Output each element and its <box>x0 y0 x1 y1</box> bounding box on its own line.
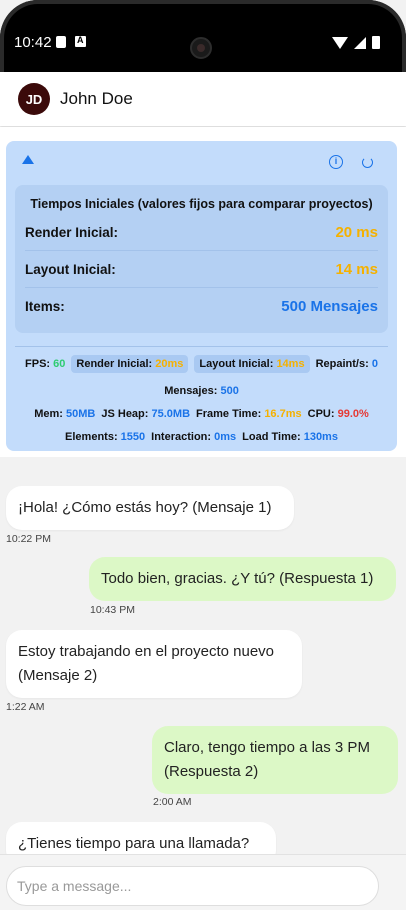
cpu-stat: CPU: 99.0% <box>307 408 369 420</box>
divider <box>25 250 378 251</box>
metric-value: 500 Mensajes <box>281 298 378 315</box>
message-composer <box>0 854 406 910</box>
messages-stat: Mensajes: 500 <box>164 385 239 397</box>
front-camera-icon <box>190 37 212 59</box>
metric-label: Render Inicial: <box>25 225 119 240</box>
message-timestamp: 2:00 AM <box>153 796 192 808</box>
divider <box>25 287 378 288</box>
contact-name[interactable]: John Doe <box>60 89 133 109</box>
message-bubble-incoming[interactable]: ¡Hola! ¿Cómo estás hoy? (Mensaje 1) <box>6 486 294 530</box>
message-timestamp: 1:22 AM <box>6 701 45 713</box>
message-input[interactable] <box>6 866 379 906</box>
frame-time-stat: Frame Time: 16.7ms <box>196 408 302 420</box>
message-timestamp: 10:22 PM <box>6 533 51 545</box>
message-bubble-outgoing[interactable]: Claro, tengo tiempo a las 3 PM (Respuest… <box>152 726 398 794</box>
elements-stat: Elements: 1550 <box>65 431 146 443</box>
metric-value: 14 ms <box>335 261 378 278</box>
metric-label: Items: <box>25 299 65 314</box>
layout-stat: Layout Inicial: 14ms <box>194 355 310 373</box>
message-bubble-incoming[interactable]: ¿Tienes tiempo para una llamada? <box>6 822 276 854</box>
stats-line-4: Elements: 1550 Interaction: 0ms Load Tim… <box>6 431 397 443</box>
status-time: 10:42 <box>14 34 52 51</box>
status-icons <box>332 36 380 49</box>
metric-row-items: Items: 500 Mensajes <box>25 298 378 315</box>
fps-stat: FPS: 60 <box>25 358 66 370</box>
stats-line-3: Mem: 50MB JS Heap: 75.0MB Frame Time: 16… <box>6 408 397 420</box>
stats-line-2: Mensajes: 500 <box>6 385 397 397</box>
interaction-stat: Interaction: 0ms <box>151 431 237 443</box>
collapse-arrow-icon[interactable] <box>22 155 34 164</box>
message-timestamp: 10:43 PM <box>90 604 135 616</box>
mem-stat: Mem: 50MB <box>34 408 96 420</box>
info-icon[interactable]: i <box>329 155 343 169</box>
refresh-icon[interactable] <box>362 157 373 168</box>
render-stat: Render Inicial: 20ms <box>71 355 189 373</box>
message-bubble-incoming[interactable]: Estoy trabajando en el proyecto nuevo (M… <box>6 630 302 698</box>
wifi-icon <box>332 36 348 49</box>
avatar[interactable]: JD <box>18 83 50 115</box>
notification-a-icon <box>75 35 86 47</box>
signal-icon <box>354 36 366 49</box>
sim-card-icon <box>56 36 66 48</box>
message-list[interactable]: ¡Hola! ¿Cómo estás hoy? (Mensaje 1) 10:2… <box>0 457 406 854</box>
battery-icon <box>372 36 380 49</box>
load-time-stat: Load Time: 130ms <box>242 431 338 443</box>
metric-label: Layout Inicial: <box>25 262 116 277</box>
stats-line-1: FPS: 60 Render Inicial: 20ms Layout Inic… <box>6 355 397 373</box>
repaint-stat: Repaint/s: 0 <box>315 358 378 370</box>
heap-stat: JS Heap: 75.0MB <box>101 408 191 420</box>
initial-times-title: Tiempos Iniciales (valores fijos para co… <box>30 197 373 211</box>
message-bubble-outgoing[interactable]: Todo bien, gracias. ¿Y tú? (Respuesta 1) <box>89 557 396 601</box>
metric-value: 20 ms <box>335 224 378 241</box>
divider <box>15 346 388 347</box>
metric-row-layout: Layout Inicial: 14 ms <box>25 261 378 278</box>
chat-header: JD John Doe <box>0 72 406 126</box>
metric-row-render: Render Inicial: 20 ms <box>25 224 378 241</box>
